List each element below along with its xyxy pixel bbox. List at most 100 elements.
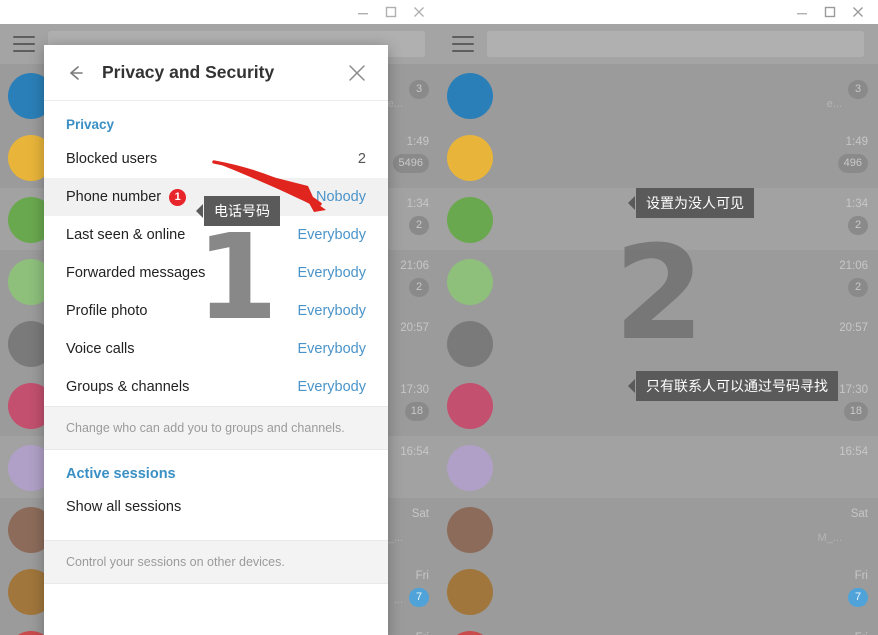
chat-timestamp: 16:54 [839,446,868,458]
setting-label: Forwarded messages [66,265,206,281]
right-chat-topbar [439,24,878,64]
show-all-sessions-label: Show all sessions [66,499,182,515]
unread-badge: 3 [409,80,429,99]
chat-meta: 3 [848,74,868,99]
maximize-icon[interactable] [816,1,844,23]
close-icon[interactable] [405,1,433,23]
active-sessions-link[interactable]: Active sessions [44,450,388,488]
chat-meta: 1:49 496 [837,136,868,173]
setting-value: Nobody [316,189,366,205]
chat-meta: 1:49 5496 [392,136,429,173]
setting-value: Everybody [297,379,366,395]
tooltip-set-nobody: 设置为没人可见 [628,188,754,218]
unread-badge: 2 [848,278,868,297]
chat-timestamp: 16:54 [400,446,429,458]
chat-timestamp: 1:49 [406,136,429,148]
right-titlebar [439,0,878,24]
chat-meta: Sat [851,508,868,520]
chat-timestamp: 21:06 [400,260,429,272]
hamburger-menu-icon[interactable] [13,36,35,52]
close-icon[interactable] [844,1,872,23]
setting-label: Voice calls [66,341,135,357]
avatar [447,135,493,181]
chat-snippet: e... [826,98,842,110]
chat-list-item[interactable]: Fri 7 [439,560,878,622]
unread-badge: 2 [409,216,429,235]
setting-label: Last seen & online [66,227,186,243]
setting-value: Everybody [297,341,366,357]
hamburger-menu-icon[interactable] [452,36,474,52]
chat-meta: 17:30 18 [839,384,868,421]
back-arrow-icon[interactable] [60,58,90,88]
setting-value: 2 [357,151,366,167]
setting-label: Groups & channels [66,379,190,395]
avatar [447,383,493,429]
unread-badge: 5496 [392,154,429,173]
chat-list-item[interactable]: e... 3 [439,64,878,126]
unread-badge: 7 [848,588,868,607]
avatar [447,631,493,635]
unread-badge: 18 [404,402,429,421]
show-all-sessions-row[interactable]: Show all sessions [44,488,388,526]
chat-snippet: ... [393,594,403,606]
chat-timestamp: 1:34 [845,198,868,210]
chat-meta: 17:30 18 [400,384,429,421]
step-number-1-watermark: 1 [196,208,279,346]
unread-badge: 496 [837,154,868,173]
right-window: e... 3 1:49 496 1:34 2 21:06 2 20:57 17:30 18 16:54… [439,0,878,635]
minimize-icon[interactable] [788,1,816,23]
avatar [447,197,493,243]
unread-badge: 2 [848,216,868,235]
chat-list-item[interactable]: 1:49 496 [439,126,878,188]
annotation-step-badge: 1 [169,188,187,206]
chat-meta: 16:54 [839,446,868,458]
left-titlebar [0,0,439,24]
left-window: e... 3 1:49 5496 1:34 2 21:06 2 20:57 17:30 18 16:5… [0,0,439,635]
dialog-header: Privacy and Security [44,45,388,101]
minimize-icon[interactable] [349,1,377,23]
chat-meta: 3 [409,74,429,99]
chat-list-item[interactable]: 16:54 [439,436,878,498]
tooltip-phone-number: 电话号码 [196,196,280,226]
chat-timestamp: 1:49 [845,136,868,148]
hint-sessions: Control your sessions on other devices. [44,540,388,584]
tooltip-contacts-only: 只有联系人可以通过号码寻找 [628,371,838,401]
setting-label: Phone number [66,189,162,205]
right-annotation-tooltip-see: 设置为没人可见 [628,188,754,218]
setting-label: Profile photo [66,303,148,319]
chat-meta: Sat [412,508,429,520]
unread-badge: 7 [409,588,429,607]
chat-meta: 20:57 [400,322,429,334]
chat-meta: 20:57 [839,322,868,334]
chat-meta: 1:34 2 [407,198,429,235]
avatar [447,321,493,367]
chat-timestamp: 17:30 [839,384,868,396]
chat-meta: Fri 7 [409,570,429,607]
avatar [447,507,493,553]
chat-timestamp: 20:57 [400,322,429,334]
hint-groups-channels: Change who can add you to groups and cha… [44,406,388,450]
setting-value: Everybody [297,303,366,319]
avatar [447,73,493,119]
page-title: Privacy and Security [102,62,275,82]
chat-timestamp: 17:30 [400,384,429,396]
privacy-setting-row[interactable]: Groups & channels Everybody [44,368,388,406]
screenshot-root: e... 3 1:49 5496 1:34 2 21:06 2 20:57 17:30 18 16:5… [0,0,878,635]
chat-timestamp: 21:06 [839,260,868,272]
left-annotation-tooltip-group: 电话号码 [196,196,280,226]
chat-list-item[interactable]: M_... Sat [439,498,878,560]
close-icon[interactable] [342,58,372,88]
chat-timestamp: Sat [411,508,429,520]
unread-badge: 3 [848,80,868,99]
privacy-setting-row[interactable]: Blocked users 2 [44,140,388,178]
chat-timestamp: Fri [415,570,429,582]
section-privacy-label: Privacy [66,117,115,132]
maximize-icon[interactable] [377,1,405,23]
step-number-2-watermark: 2 [614,217,705,369]
chat-meta: Fri 7 [848,570,868,607]
chat-meta: 16:54 [400,446,429,458]
setting-label: Blocked users [66,151,158,167]
search-input[interactable] [487,31,864,57]
chat-timestamp: 20:57 [839,322,868,334]
chat-list-item[interactable]: Fri [439,622,878,635]
